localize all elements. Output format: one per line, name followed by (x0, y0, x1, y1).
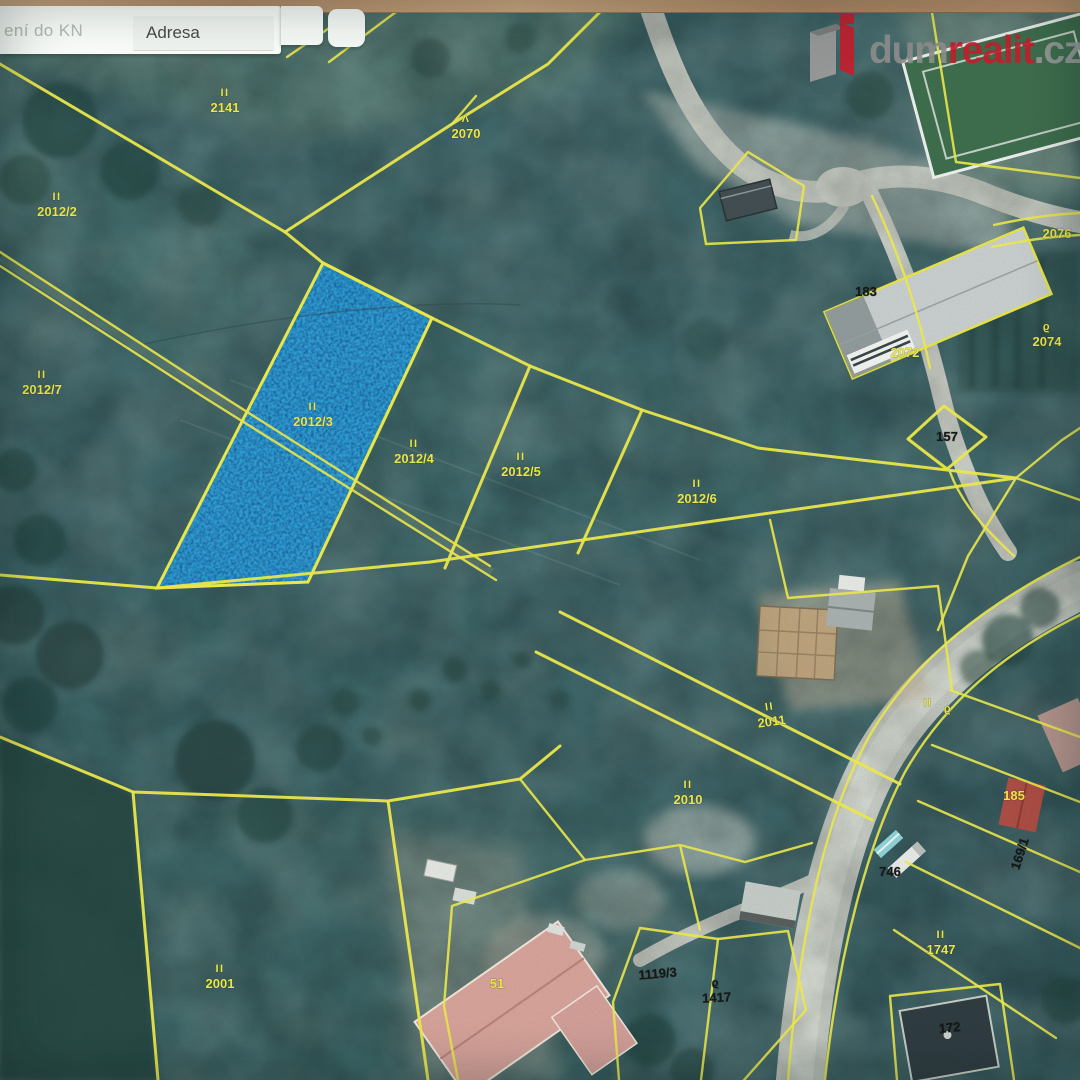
svg-text:2076: 2076 (1043, 226, 1072, 241)
parcel-label: ϱ (944, 703, 952, 715)
svg-text:2010: 2010 (674, 792, 703, 807)
address-input-label: Adresa (133, 16, 274, 43)
parcel-label: 157 (936, 429, 958, 444)
parcel-label: 2076 (1043, 226, 1072, 241)
map-tool-button[interactable] (328, 9, 365, 47)
kn-bar-title: ení do KN (4, 21, 83, 41)
dumrealit-logo-text: dumrealit.cz (869, 20, 1080, 82)
svg-text:2070: 2070 (452, 126, 481, 141)
svg-text:2012/5: 2012/5 (501, 464, 541, 479)
parcel-label: II (923, 697, 932, 709)
svg-text:2072: 2072 (891, 345, 920, 360)
map-canvas: II2141Λ2070II2012/2II2012/7II2012/3II201… (0, 0, 1080, 1080)
svg-text:II: II (308, 401, 317, 413)
parcel-label: 51 (490, 976, 504, 991)
svg-text:ϱ: ϱ (1043, 321, 1051, 333)
svg-text:51: 51 (490, 976, 504, 991)
svg-text:1417: 1417 (702, 989, 732, 1005)
svg-text:2012/3: 2012/3 (293, 414, 333, 429)
dumrealit-logo-icon (806, 14, 860, 82)
svg-text:2012/4: 2012/4 (394, 451, 435, 466)
logo-dum: dum (869, 29, 948, 72)
svg-text:2012/7: 2012/7 (22, 382, 62, 397)
kn-search-bar: ení do KN Adresa (0, 6, 281, 54)
parcel-label: 2072 (891, 345, 920, 360)
svg-text:183: 183 (855, 284, 877, 299)
dumrealit-logo: dumrealit.cz (806, 12, 1080, 82)
logo-realit: realit (948, 29, 1034, 72)
address-input[interactable]: Adresa (133, 16, 274, 51)
svg-text:Λ: Λ (462, 113, 471, 125)
svg-text:II: II (37, 369, 46, 381)
svg-text:746: 746 (879, 864, 901, 879)
texture-grain (0, 0, 1080, 1080)
svg-text:II: II (936, 929, 945, 941)
logo-cz: .cz (1034, 29, 1080, 72)
svg-text:II: II (683, 779, 692, 791)
parcel-label: 185 (1003, 788, 1025, 803)
svg-text:II: II (923, 697, 932, 709)
svg-text:ϱ: ϱ (944, 703, 952, 715)
svg-text:157: 157 (936, 429, 958, 444)
svg-text:ϱ: ϱ (711, 977, 720, 989)
parcel-label: 746 (879, 864, 901, 879)
svg-text:II: II (409, 438, 418, 450)
cadastral-map-view: II2141Λ2070II2012/2II2012/7II2012/3II201… (0, 0, 1080, 1080)
svg-text:1747: 1747 (927, 942, 956, 957)
svg-text:II: II (215, 963, 224, 975)
svg-text:2141: 2141 (211, 100, 240, 115)
svg-text:185: 185 (1003, 788, 1025, 803)
svg-text:II: II (220, 87, 229, 99)
kn-bar-extension (281, 6, 323, 45)
svg-text:II: II (764, 700, 775, 713)
svg-text:2012/2: 2012/2 (37, 204, 77, 219)
parcel-label: 172 (938, 1019, 961, 1036)
svg-text:2001: 2001 (206, 976, 235, 991)
svg-text:II: II (52, 191, 61, 203)
svg-text:2074: 2074 (1033, 334, 1063, 349)
svg-text:II: II (692, 478, 701, 490)
svg-text:II: II (516, 451, 525, 463)
svg-text:172: 172 (938, 1019, 961, 1036)
svg-text:2012/6: 2012/6 (677, 491, 717, 506)
parcel-label: 183 (855, 284, 877, 299)
